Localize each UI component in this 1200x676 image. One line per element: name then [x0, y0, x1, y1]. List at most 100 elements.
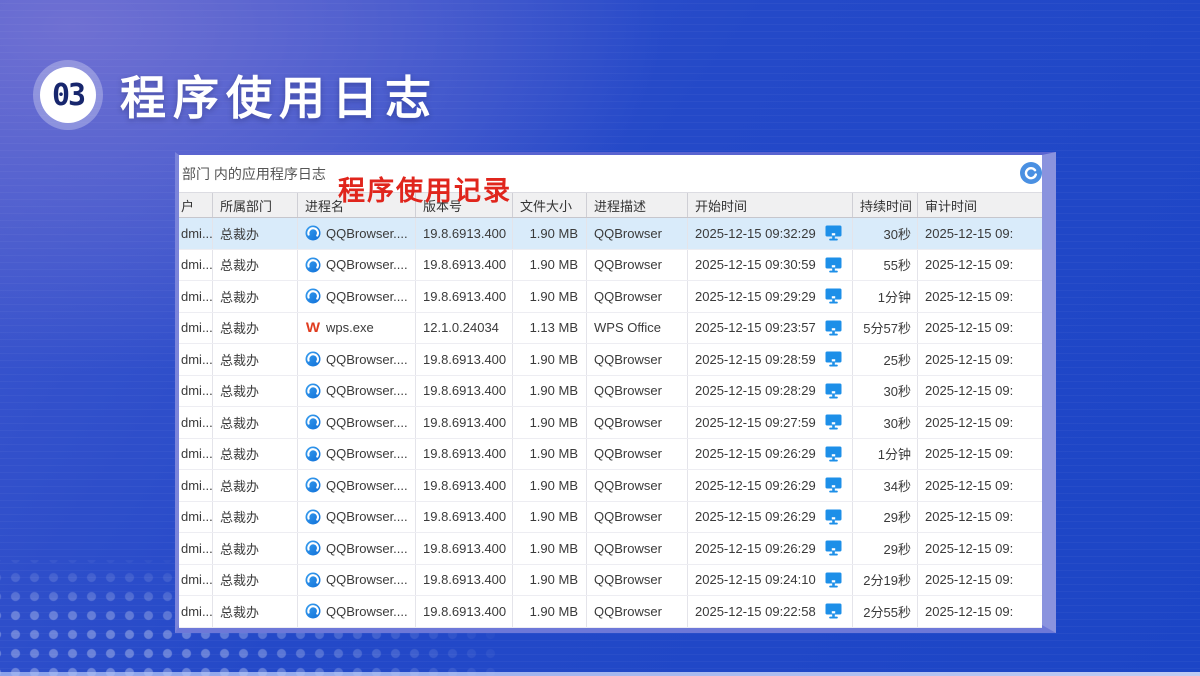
- cell-start-time: 2025-12-15 09:26:29: [688, 439, 853, 470]
- cell-version: 19.8.6913.400: [416, 502, 513, 533]
- table-row[interactable]: dmi... 总裁办 W QQBrowser.... 19.8.6913.400…: [179, 281, 1042, 313]
- monitor-icon[interactable]: [825, 603, 842, 619]
- cell-version: 19.8.6913.400: [416, 218, 513, 249]
- table-row[interactable]: dmi... 总裁办 W QQBrowser.... 19.8.6913.400…: [179, 439, 1042, 471]
- cell-start-time: 2025-12-15 09:22:58: [688, 596, 853, 627]
- qqbrowser-icon: [305, 257, 321, 273]
- refresh-arc: [1024, 166, 1038, 180]
- monitor-icon[interactable]: [825, 572, 842, 588]
- qqbrowser-icon: [305, 383, 321, 399]
- start-time-text: 2025-12-15 09:22:58: [695, 604, 816, 619]
- monitor-icon[interactable]: [825, 257, 842, 273]
- refresh-icon[interactable]: [1020, 162, 1042, 184]
- cell-file-size: 1.90 MB: [513, 250, 587, 281]
- cell-file-size: 1.90 MB: [513, 407, 587, 438]
- cell-version: 19.8.6913.400: [416, 533, 513, 564]
- cell-start-time: 2025-12-15 09:32:29: [688, 218, 853, 249]
- monitor-icon[interactable]: [825, 509, 842, 525]
- cell-file-size: 1.90 MB: [513, 533, 587, 564]
- start-time-text: 2025-12-15 09:27:59: [695, 415, 816, 430]
- table-row[interactable]: dmi... 总裁办 W QQBrowser.... 19.8.6913.400…: [179, 344, 1042, 376]
- cell-file-size: 1.90 MB: [513, 439, 587, 470]
- cell-start-time: 2025-12-15 09:29:29: [688, 281, 853, 312]
- cell-process-desc: QQBrowser: [587, 565, 688, 596]
- cell-process-name: W wps.exe: [298, 313, 416, 344]
- cell-duration: 34秒: [853, 470, 918, 501]
- monitor-icon[interactable]: [825, 351, 842, 367]
- cell-user: dmi...: [179, 344, 213, 375]
- cell-audit-time: 2025-12-15 09:: [918, 565, 1021, 596]
- cell-process-desc: QQBrowser: [587, 470, 688, 501]
- cell-duration: 5分57秒: [853, 313, 918, 344]
- cell-version: 19.8.6913.400: [416, 565, 513, 596]
- monitor-icon[interactable]: [825, 446, 842, 462]
- table-row[interactable]: dmi... 总裁办 W QQBrowser.... 19.8.6913.400…: [179, 502, 1042, 534]
- cell-department: 总裁办: [213, 407, 298, 438]
- start-time-text: 2025-12-15 09:28:59: [695, 352, 816, 367]
- table-row[interactable]: dmi... 总裁办 W QQBrowser.... 19.8.6913.400…: [179, 250, 1042, 282]
- cell-process-desc: QQBrowser: [587, 218, 688, 249]
- table-row[interactable]: dmi... 总裁办 W QQBrowser.... 19.8.6913.400…: [179, 470, 1042, 502]
- section-number-badge: 03: [40, 67, 96, 123]
- qqbrowser-icon: [305, 509, 321, 525]
- process-name-text: QQBrowser....: [326, 415, 408, 430]
- cell-file-size: 1.90 MB: [513, 376, 587, 407]
- cell-file-size: 1.90 MB: [513, 470, 587, 501]
- header-process-desc[interactable]: 进程描述: [587, 193, 688, 217]
- start-time-text: 2025-12-15 09:29:29: [695, 289, 816, 304]
- table-row[interactable]: dmi... 总裁办 W QQBrowser.... 19.8.6913.400…: [179, 407, 1042, 439]
- header-department[interactable]: 所属部门: [213, 193, 298, 217]
- process-name-text: QQBrowser....: [326, 541, 408, 556]
- header-user[interactable]: 户: [179, 193, 213, 217]
- monitor-icon[interactable]: [825, 225, 842, 241]
- cell-department: 总裁办: [213, 376, 298, 407]
- cell-department: 总裁办: [213, 250, 298, 281]
- table-row[interactable]: dmi... 总裁办 W QQBrowser.... 19.8.6913.400…: [179, 565, 1042, 597]
- table-row[interactable]: dmi... 总裁办 W QQBrowser.... 19.8.6913.400…: [179, 596, 1042, 628]
- cell-start-time: 2025-12-15 09:28:59: [688, 344, 853, 375]
- header-file-size[interactable]: 文件大小: [513, 193, 587, 217]
- bottom-accent-strip: [0, 672, 1200, 676]
- cell-audit-time: 2025-12-15 09:: [918, 344, 1021, 375]
- cell-user: dmi...: [179, 596, 213, 627]
- monitor-icon[interactable]: [825, 383, 842, 399]
- table-row[interactable]: dmi... 总裁办 W wps.exe 12.1.0.24034 1.13 M…: [179, 313, 1042, 345]
- cell-department: 总裁办: [213, 313, 298, 344]
- qqbrowser-icon: [305, 603, 321, 619]
- cell-start-time: 2025-12-15 09:26:29: [688, 533, 853, 564]
- cell-process-name: W QQBrowser....: [298, 281, 416, 312]
- table-row[interactable]: dmi... 总裁办 W QQBrowser.... 19.8.6913.400…: [179, 218, 1042, 250]
- process-name-text: QQBrowser....: [326, 383, 408, 398]
- qqbrowser-icon: [305, 477, 321, 493]
- header-duration[interactable]: 持续时间: [853, 193, 918, 217]
- process-name-text: QQBrowser....: [326, 509, 408, 524]
- cell-audit-time: 2025-12-15 09:: [918, 533, 1021, 564]
- cell-user: dmi...: [179, 407, 213, 438]
- monitor-icon[interactable]: [825, 540, 842, 556]
- cell-user: dmi...: [179, 502, 213, 533]
- monitor-icon[interactable]: [825, 477, 842, 493]
- monitor-icon[interactable]: [825, 288, 842, 304]
- cell-user: dmi...: [179, 439, 213, 470]
- cell-audit-time: 2025-12-15 09:: [918, 470, 1021, 501]
- process-name-text: QQBrowser....: [326, 289, 408, 304]
- process-name-text: QQBrowser....: [326, 446, 408, 461]
- cell-file-size: 1.90 MB: [513, 502, 587, 533]
- cell-process-name: W QQBrowser....: [298, 376, 416, 407]
- cell-department: 总裁办: [213, 533, 298, 564]
- cell-version: 19.8.6913.400: [416, 439, 513, 470]
- cell-process-desc: QQBrowser: [587, 596, 688, 627]
- header-audit-time[interactable]: 审计时间: [918, 193, 1021, 217]
- cell-version: 19.8.6913.400: [416, 281, 513, 312]
- monitor-icon[interactable]: [825, 414, 842, 430]
- table-row[interactable]: dmi... 总裁办 W QQBrowser.... 19.8.6913.400…: [179, 376, 1042, 408]
- table-row[interactable]: dmi... 总裁办 W QQBrowser.... 19.8.6913.400…: [179, 533, 1042, 565]
- window-title: 部门 内的应用程序日志: [182, 164, 326, 184]
- cell-process-name: W QQBrowser....: [298, 250, 416, 281]
- cell-process-desc: QQBrowser: [587, 250, 688, 281]
- cell-start-time: 2025-12-15 09:26:29: [688, 502, 853, 533]
- cell-duration: 25秒: [853, 344, 918, 375]
- header-start-time[interactable]: 开始时间: [688, 193, 853, 217]
- monitor-icon[interactable]: [825, 320, 842, 336]
- cell-version: 19.8.6913.400: [416, 596, 513, 627]
